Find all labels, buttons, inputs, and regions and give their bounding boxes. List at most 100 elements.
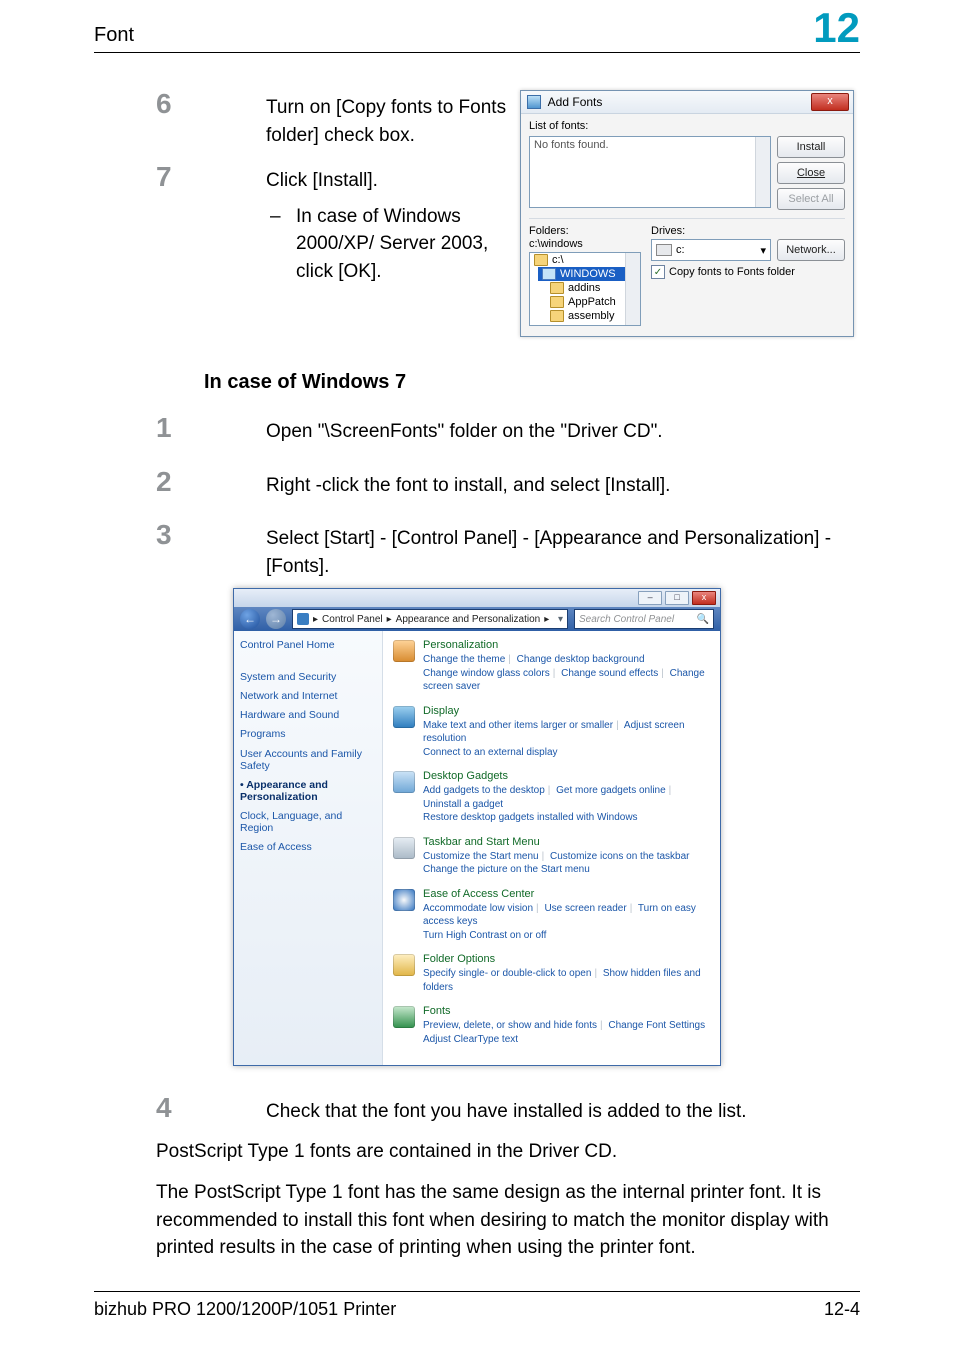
category-folder-options[interactable]: Folder Options (423, 953, 710, 965)
refresh-dropdown-icon[interactable]: ▾ (558, 614, 563, 625)
sidebar-item-network-internet[interactable]: Network and Internet (240, 690, 376, 702)
folder-item-assembly[interactable]: assembly (568, 310, 614, 322)
address-bar[interactable]: ▸ Control Panel ▸ Appearance and Persona… (292, 609, 568, 629)
scrollbar[interactable] (625, 253, 640, 325)
step-number-1: 1 (156, 412, 172, 443)
link-text-larger-smaller[interactable]: Make text and other items larger or smal… (423, 720, 613, 731)
link-connect-external-display[interactable]: Connect to an external display (423, 747, 558, 758)
select-all-button[interactable]: Select All (777, 188, 845, 210)
control-panel-sidebar: Control Panel Home System and Security N… (234, 631, 383, 1065)
link-single-double-click[interactable]: Specify single- or double-click to open (423, 968, 591, 979)
close-button[interactable]: Close (777, 162, 845, 184)
dialog-title: Add Fonts (527, 95, 602, 110)
folders-tree[interactable]: c:\ WINDOWS addins AppPatch assembly (529, 252, 641, 326)
taskbar-start-menu-icon (393, 837, 415, 859)
breadcrumb-control-panel[interactable]: Control Panel (322, 614, 383, 625)
link-change-window-glass-colors[interactable]: Change window glass colors (423, 668, 550, 679)
scrollbar[interactable] (755, 137, 770, 207)
drives-select[interactable]: c: ▾ (651, 239, 771, 261)
minimize-icon[interactable]: – (638, 591, 662, 605)
search-icon: 🔍 (697, 614, 709, 625)
link-adjust-cleartype[interactable]: Adjust ClearType text (423, 1034, 518, 1045)
drive-value: c: (676, 244, 685, 256)
link-get-more-gadgets[interactable]: Get more gadgets online (556, 785, 666, 796)
step-number-3: 3 (156, 519, 172, 550)
sidebar-item-hardware-sound[interactable]: Hardware and Sound (240, 709, 376, 721)
breadcrumb-appearance[interactable]: Appearance and Personalization (396, 614, 541, 625)
nav-forward-button[interactable]: → (266, 609, 286, 629)
network-button[interactable]: Network... (777, 239, 845, 261)
folders-path-text: c:\windows (529, 238, 641, 250)
display-icon (393, 706, 415, 728)
link-customize-taskbar-icons[interactable]: Customize icons on the taskbar (550, 851, 690, 862)
link-change-sound-effects[interactable]: Change sound effects (561, 668, 658, 679)
folder-item-apppatch[interactable]: AppPatch (568, 296, 616, 308)
fonts-list-content: No fonts found. (534, 139, 609, 151)
breadcrumb-sep: ▸ (544, 614, 549, 625)
fonts-icon (393, 1006, 415, 1028)
folder-item-windows[interactable]: WINDOWS (560, 268, 616, 280)
paragraph-postscript-match: The PostScript Type 1 font has the same … (156, 1179, 860, 1262)
drive-icon (656, 244, 672, 256)
step-2-text: Right -click the font to install, and se… (266, 468, 860, 500)
close-icon[interactable]: x (811, 93, 849, 111)
category-display[interactable]: Display (423, 705, 710, 717)
fonts-listbox[interactable]: No fonts found. (529, 136, 771, 208)
section-heading-windows-7: In case of Windows 7 (204, 371, 860, 394)
folder-icon (542, 268, 556, 280)
dialog-title-text: Add Fonts (548, 95, 603, 109)
nav-back-button[interactable]: ← (240, 609, 260, 629)
copy-fonts-checkbox-label: Copy fonts to Fonts folder (669, 266, 795, 278)
link-accommodate-low-vision[interactable]: Accommodate low vision (423, 903, 533, 914)
link-change-font-settings[interactable]: Change Font Settings (608, 1020, 705, 1031)
step-7-subtext: In case of Windows 2000/XP/ Server 2003,… (296, 203, 512, 286)
control-panel-main: Personalization Change the theme| Change… (383, 631, 720, 1065)
breadcrumb-icon (297, 613, 309, 625)
footer-page-number: 12-4 (824, 1299, 860, 1320)
category-ease-of-access[interactable]: Ease of Access Center (423, 888, 710, 900)
copy-fonts-checkbox[interactable]: ✓ (651, 265, 665, 279)
close-icon[interactable]: x (692, 591, 716, 605)
sidebar-item-system-security[interactable]: System and Security (240, 671, 376, 683)
install-button[interactable]: Install (777, 136, 845, 158)
search-input[interactable]: Search Control Panel 🔍 (574, 609, 714, 629)
folders-label: Folders: (529, 225, 641, 237)
step-6-text: Turn on [Copy fonts to Fonts folder] che… (266, 90, 512, 149)
step-number-4: 4 (156, 1092, 172, 1123)
bullet-dash: – (266, 203, 296, 286)
folder-options-icon (393, 954, 415, 976)
folder-item-c[interactable]: c:\ (552, 254, 564, 266)
sidebar-item-programs[interactable]: Programs (240, 728, 376, 740)
link-preview-delete-fonts[interactable]: Preview, delete, or show and hide fonts (423, 1020, 597, 1031)
sidebar-home[interactable]: Control Panel Home (240, 639, 376, 651)
folder-item-addins[interactable]: addins (568, 282, 600, 294)
link-change-desktop-background[interactable]: Change desktop background (517, 654, 645, 665)
folder-icon (550, 282, 564, 294)
sidebar-item-appearance[interactable]: • Appearance and Personalization (240, 779, 376, 803)
maximize-icon[interactable]: □ (665, 591, 689, 605)
header-section-title: Font (94, 24, 134, 47)
sidebar-item-ease-of-access[interactable]: Ease of Access (240, 841, 376, 853)
link-restore-gadgets[interactable]: Restore desktop gadgets installed with W… (423, 812, 638, 823)
link-uninstall-gadget[interactable]: Uninstall a gadget (423, 799, 503, 810)
step-4-text: Check that the font you have installed i… (266, 1094, 860, 1126)
ease-of-access-icon (393, 889, 415, 911)
folder-icon (534, 254, 548, 266)
category-taskbar-start-menu[interactable]: Taskbar and Start Menu (423, 836, 710, 848)
link-customize-start-menu[interactable]: Customize the Start menu (423, 851, 539, 862)
category-fonts[interactable]: Fonts (423, 1005, 710, 1017)
paragraph-postscript-location: PostScript Type 1 fonts are contained in… (156, 1138, 860, 1166)
link-use-screen-reader[interactable]: Use screen reader (544, 903, 626, 914)
link-high-contrast[interactable]: Turn High Contrast on or off (423, 930, 546, 941)
sidebar-item-clock-language-region[interactable]: Clock, Language, and Region (240, 810, 376, 834)
category-desktop-gadgets[interactable]: Desktop Gadgets (423, 770, 710, 782)
add-fonts-dialog: Add Fonts x List of fonts: No fonts foun… (520, 90, 854, 337)
category-personalization[interactable]: Personalization (423, 639, 710, 651)
sidebar-item-user-accounts[interactable]: User Accounts and Family Safety (240, 748, 376, 772)
footer-rule (94, 1291, 860, 1292)
link-change-theme[interactable]: Change the theme (423, 654, 505, 665)
link-add-gadgets[interactable]: Add gadgets to the desktop (423, 785, 545, 796)
link-change-start-menu-picture[interactable]: Change the picture on the Start menu (423, 864, 590, 875)
divider (529, 218, 845, 219)
window-control-buttons[interactable]: – □ x (638, 591, 716, 605)
